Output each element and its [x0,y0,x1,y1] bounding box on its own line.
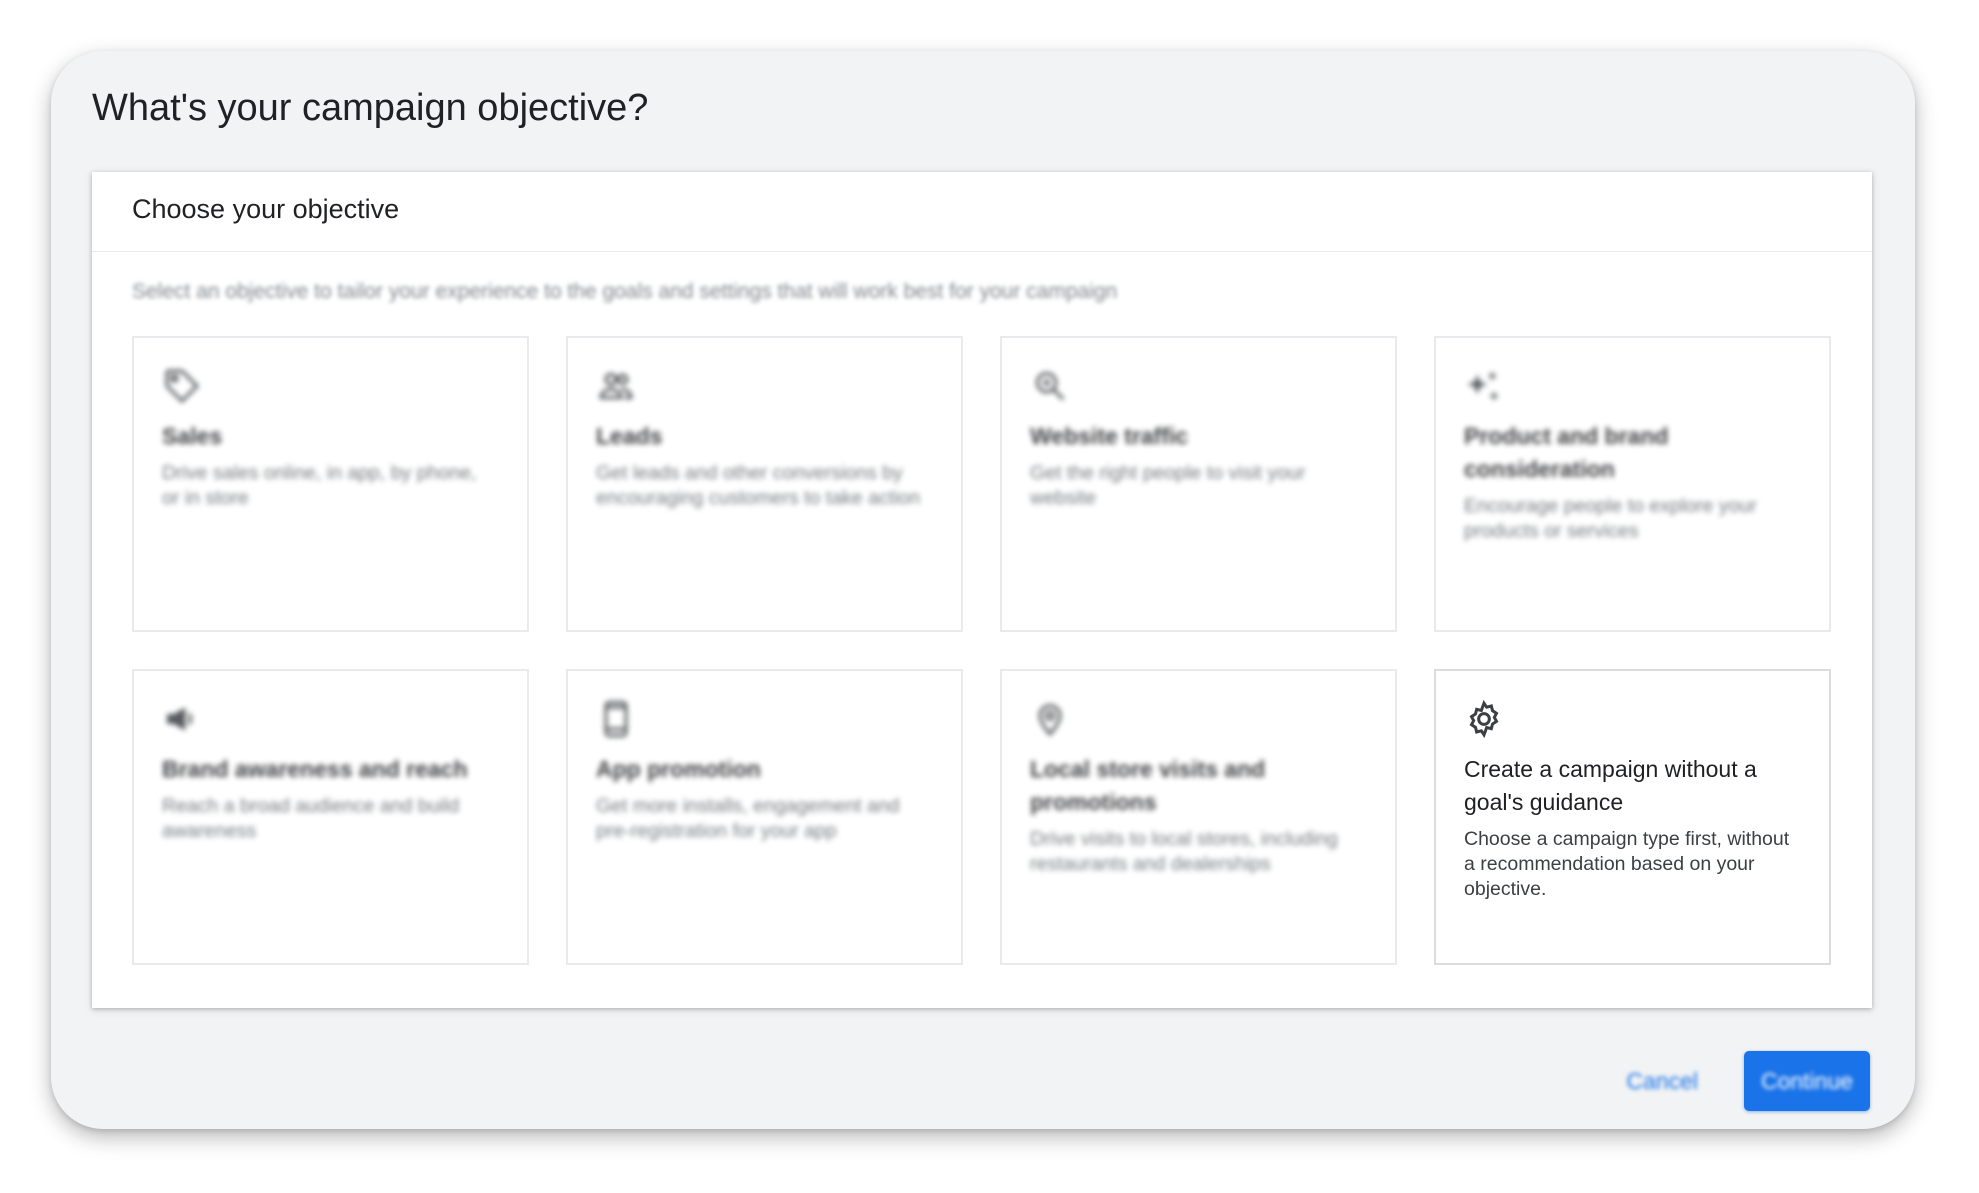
sparkle-icon [1464,366,1504,406]
objective-card-app-promotion[interactable]: App promotion Get more installs, engagem… [566,669,963,965]
megaphone-icon [162,699,202,739]
cursor-search-icon [1030,366,1070,406]
objective-card-product-brand-consideration[interactable]: Product and brand consideration Encourag… [1434,336,1831,632]
objective-title: Local store visits and promotions [1030,756,1266,815]
location-pin-icon [1030,699,1070,739]
objective-title: App promotion [596,756,761,782]
objective-card-local-store-visits[interactable]: Local store visits and promotions Drive … [1000,669,1397,965]
objective-description: Drive sales online, in app, by phone, or… [162,462,477,509]
objective-description: Drive visits to local stores, including … [1030,828,1338,875]
objective-description: Get more installs, engagement and pre-re… [596,795,900,842]
objective-title: Brand awareness and reach [162,756,468,782]
objective-panel: Choose your objective Select an objectiv… [92,172,1872,1008]
campaign-objective-dialog: What's your campaign objective? Choose y… [51,51,1915,1129]
objective-title: Website traffic [1030,423,1189,449]
objective-card-no-goal-guidance[interactable]: Create a campaign without a goal's guida… [1434,669,1831,965]
objective-card-leads[interactable]: Leads Get leads and other conversions by… [566,336,963,632]
objective-card-website-traffic[interactable]: Website traffic Get the right people to … [1000,336,1397,632]
objective-description: Encourage people to explore your product… [1464,495,1757,542]
objective-title: Product and brand consideration [1464,423,1669,482]
people-icon [596,366,636,406]
objective-card-sales[interactable]: Sales Drive sales online, in app, by pho… [132,336,529,632]
panel-header: Choose your objective [92,172,1872,252]
page-title: What's your campaign objective? [92,87,649,129]
objective-description: Get the right people to visit your websi… [1030,462,1306,509]
gear-icon [1464,699,1504,739]
objective-card-brand-awareness[interactable]: Brand awareness and reach Reach a broad … [132,669,529,965]
continue-button-label: Continue [1760,1067,1854,1094]
phone-icon [596,699,636,739]
objective-description: Reach a broad audience and build awarene… [162,795,460,842]
objective-title: Sales [162,423,223,449]
objective-description: Get leads and other conversions by encou… [596,462,921,509]
dialog-actions: Cancel Continue [1608,1051,1870,1111]
objective-grid: Sales Drive sales online, in app, by pho… [132,336,1832,965]
continue-button[interactable]: Continue [1744,1051,1870,1111]
panel-title: Choose your objective [132,194,400,224]
panel-subtitle: Select an objective to tailor your exper… [132,280,1118,303]
tag-icon [162,366,202,406]
objective-description: Choose a campaign type first, without a … [1464,828,1790,900]
objective-title: Create a campaign without a goal's guida… [1464,756,1757,815]
objective-title: Leads [596,423,663,449]
cancel-button[interactable]: Cancel [1608,1054,1716,1109]
